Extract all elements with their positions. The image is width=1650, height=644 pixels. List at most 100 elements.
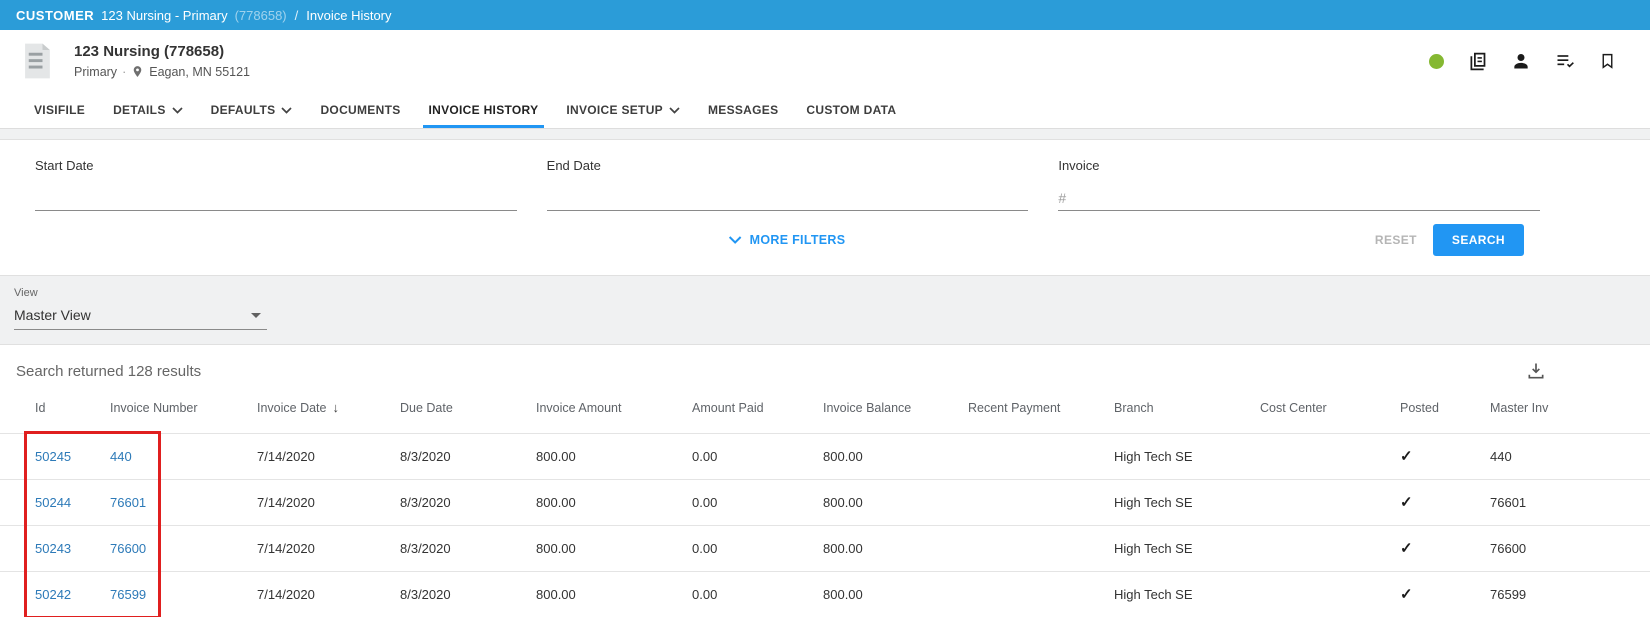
column-header-cost-center[interactable]: Cost Center: [1260, 383, 1400, 433]
cell-due-date: 8/3/2020: [400, 478, 536, 525]
column-header-posted[interactable]: Posted: [1400, 383, 1490, 433]
activity-list-icon[interactable]: [1554, 51, 1576, 71]
cell-id-link[interactable]: 50243: [0, 524, 110, 571]
table-header-row: Id Invoice Number Invoice Date ↓ Due Date…: [0, 383, 1650, 433]
end-date-input[interactable]: [546, 185, 1029, 211]
column-header-invoice-amount[interactable]: Invoice Amount: [536, 383, 692, 433]
cell-branch: High Tech SE: [1114, 478, 1260, 525]
column-header-invoice-balance[interactable]: Invoice Balance: [823, 383, 968, 433]
cell-cost-center: [1260, 570, 1400, 617]
invoice-label: Invoice: [1058, 158, 1100, 173]
cell-amount-paid: 0.00: [692, 478, 823, 525]
chevron-down-icon: [172, 106, 183, 114]
cell-posted-check: ✓: [1400, 570, 1490, 617]
cell-recent-payment: [968, 478, 1114, 525]
cell-invoice-date: 7/14/2020: [257, 570, 400, 617]
cell-recent-payment: [968, 524, 1114, 571]
invoice-table-body: 50245 440 7/14/2020 8/3/2020 800.00 0.00…: [0, 432, 1650, 617]
column-header-due-date[interactable]: Due Date: [400, 383, 536, 433]
cell-invoice-balance: 800.00: [823, 570, 968, 617]
dot-separator: ·: [122, 64, 127, 79]
cell-due-date: 8/3/2020: [400, 570, 536, 617]
tab-label: DETAILS: [113, 103, 166, 117]
cell-branch: High Tech SE: [1114, 570, 1260, 617]
cell-invoice-amount: 800.00: [536, 478, 692, 525]
tab-visifile[interactable]: VISIFILE: [20, 92, 99, 128]
cell-master-inv: 76601: [1490, 478, 1650, 525]
table-row: 50245 440 7/14/2020 8/3/2020 800.00 0.00…: [0, 432, 1650, 479]
cell-invoice-balance: 800.00: [823, 478, 968, 525]
location-pin-icon: [131, 64, 144, 79]
more-filters-label: MORE FILTERS: [749, 233, 846, 247]
column-header-branch[interactable]: Branch: [1114, 383, 1260, 433]
column-header-recent-payment[interactable]: Recent Payment: [968, 383, 1114, 433]
column-header-invoice-date[interactable]: Invoice Date ↓: [257, 383, 400, 433]
tab-label: DEFAULTS: [210, 103, 276, 117]
view-select[interactable]: Master View: [14, 301, 267, 330]
cell-branch: High Tech SE: [1114, 432, 1260, 479]
person-icon[interactable]: [1511, 51, 1531, 71]
bookmark-icon[interactable]: [1599, 51, 1616, 71]
tab-documents[interactable]: DOCUMENTS: [306, 92, 414, 128]
download-icon[interactable]: [1526, 361, 1546, 381]
cell-amount-paid: 0.00: [692, 432, 823, 479]
cell-recent-payment: [968, 570, 1114, 617]
tab-bar: VISIFILE DETAILS DEFAULTS DOCUMENTS INVO…: [0, 92, 1650, 129]
chevron-down-icon: [251, 312, 261, 318]
start-date-input[interactable]: [35, 185, 517, 211]
cell-posted-check: ✓: [1400, 432, 1490, 479]
cell-amount-paid: 0.00: [692, 524, 823, 571]
breadcrumb-page[interactable]: Invoice History: [306, 8, 391, 23]
cell-invoice-amount: 800.00: [536, 570, 692, 617]
cell-invoice-date: 7/14/2020: [257, 432, 400, 479]
status-indicator-dot: [1429, 53, 1444, 69]
tab-defaults[interactable]: DEFAULTS: [197, 92, 307, 128]
tab-label: VISIFILE: [34, 103, 86, 117]
copies-icon[interactable]: [1467, 51, 1488, 72]
column-header-amount-paid[interactable]: Amount Paid: [692, 383, 823, 433]
column-header-master-inv[interactable]: Master Inv: [1490, 383, 1650, 433]
breadcrumb-entity-id: (778658): [234, 7, 287, 23]
tab-invoice-setup[interactable]: INVOICE SETUP: [552, 92, 694, 128]
customer-title: 123 Nursing (778658): [74, 43, 225, 60]
tab-messages[interactable]: MESSAGES: [694, 92, 792, 128]
cell-cost-center: [1260, 524, 1400, 571]
cell-invoice-number-link[interactable]: 76601: [110, 478, 257, 525]
view-select-value: Master View: [14, 307, 91, 323]
cell-master-inv: 76599: [1490, 570, 1650, 617]
context-topbar: CUSTOMER 123 Nursing - Primary (778658) …: [0, 0, 1650, 30]
cell-invoice-number-link[interactable]: 440: [110, 432, 257, 479]
cell-posted-check: ✓: [1400, 524, 1490, 571]
cell-invoice-number-link[interactable]: 76600: [110, 524, 257, 571]
chevron-down-icon: [669, 106, 680, 114]
column-header-invoice-number[interactable]: Invoice Number: [110, 383, 257, 433]
customer-header: 123 Nursing (778658) Primary · Eagan, MN…: [0, 30, 1650, 92]
start-date-label: Start Date: [35, 158, 94, 173]
end-date-label: End Date: [546, 158, 601, 173]
tab-label: INVOICE HISTORY: [428, 103, 539, 117]
table-row: 50243 76600 7/14/2020 8/3/2020 800.00 0.…: [0, 524, 1650, 571]
cell-id-link[interactable]: 50242: [0, 570, 110, 617]
cell-invoice-date: 7/14/2020: [257, 524, 400, 571]
cell-id-link[interactable]: 50244: [0, 478, 110, 525]
cell-cost-center: [1260, 478, 1400, 525]
column-header-id[interactable]: Id: [0, 383, 110, 433]
customer-location: Eagan, MN 55121: [149, 64, 250, 79]
reset-button[interactable]: RESET: [1375, 233, 1417, 247]
building-icon: [14, 38, 60, 84]
view-label: View: [14, 287, 38, 299]
cell-invoice-balance: 800.00: [823, 432, 968, 479]
breadcrumb-entity[interactable]: 123 Nursing - Primary: [101, 8, 227, 23]
more-filters-button[interactable]: MORE FILTERS: [728, 233, 846, 247]
cell-invoice-number-link[interactable]: 76599: [110, 570, 257, 617]
search-button[interactable]: SEARCH: [1432, 224, 1524, 256]
tab-details[interactable]: DETAILS: [99, 92, 197, 128]
context-label: CUSTOMER: [16, 7, 95, 23]
tab-label: CUSTOM DATA: [806, 103, 897, 117]
cell-posted-check: ✓: [1400, 478, 1490, 525]
tab-invoice-history[interactable]: INVOICE HISTORY: [415, 92, 553, 128]
tab-custom-data[interactable]: CUSTOM DATA: [792, 92, 910, 128]
cell-id-link[interactable]: 50245: [0, 432, 110, 479]
cell-branch: High Tech SE: [1114, 524, 1260, 571]
invoice-number-input[interactable]: [1058, 185, 1540, 211]
